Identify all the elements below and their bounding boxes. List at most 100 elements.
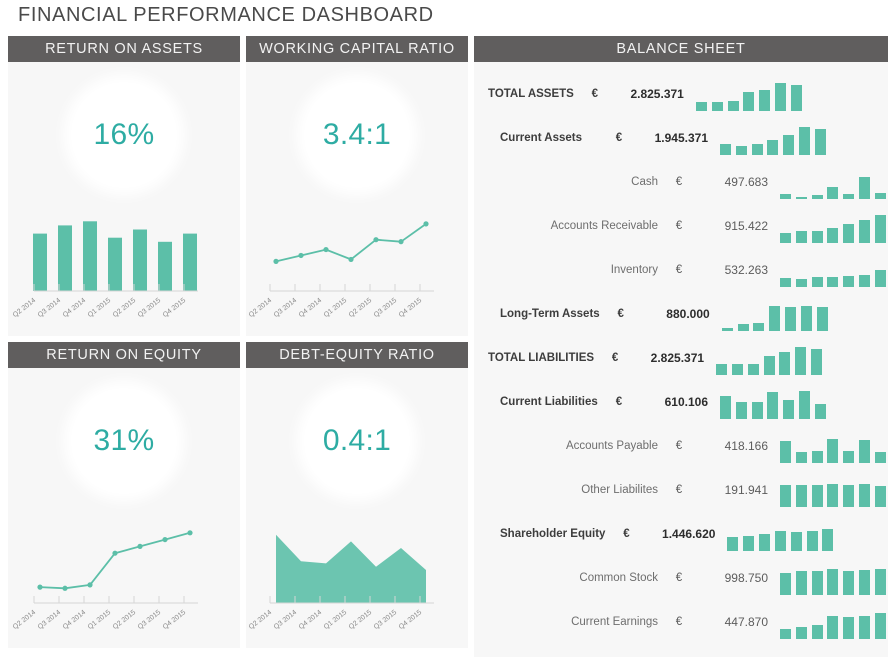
table-row: Accounts Payable €418.166 xyxy=(474,424,888,468)
data-point xyxy=(112,550,118,556)
currency-symbol: € xyxy=(675,264,683,276)
sparkline-bar xyxy=(779,351,791,375)
panel-header-return-on-assets: RETURN ON ASSETS xyxy=(8,36,240,62)
area-group xyxy=(276,534,426,603)
sparkline-bar xyxy=(843,224,855,243)
axis-tick-label: Q1 2015 xyxy=(87,609,113,631)
bar xyxy=(33,233,47,291)
row-label: TOTAL ASSETS xyxy=(488,88,574,100)
sparkline xyxy=(780,165,886,199)
sparkline-bar xyxy=(720,395,731,419)
row-value: 191.941 xyxy=(724,483,768,497)
currency-symbol: € xyxy=(617,308,624,320)
sparkline-bar xyxy=(795,485,807,507)
row-value: 1.945.371 xyxy=(654,131,708,145)
row-value: 447.870 xyxy=(724,615,768,629)
currency-symbol: € xyxy=(675,572,683,584)
sparkline-bar xyxy=(743,536,755,551)
data-point xyxy=(398,239,404,245)
sparkline-bar xyxy=(790,531,802,551)
kpi-value-working-capital-ratio: 3.4:1 xyxy=(322,118,392,151)
data-point xyxy=(298,252,304,259)
sparkline-bar xyxy=(780,628,791,639)
sparkline xyxy=(780,253,886,287)
sparkline-bar xyxy=(799,127,811,155)
kpi-value-return-on-assets: 16% xyxy=(93,118,155,151)
axis-tick-label: Q3 2014 xyxy=(273,609,299,631)
axis-tick-label: Q2 2014 xyxy=(248,297,274,319)
sparkline-bar xyxy=(874,214,886,243)
row-value: 610.106 xyxy=(664,395,708,409)
axis-group: Q2 2014 Q3 2014 Q4 2014 Q1 2015 Q2 2015 Q3 20… xyxy=(248,284,434,319)
sparkline-bar xyxy=(811,277,823,287)
sparkline-bar xyxy=(827,187,839,199)
table-row: Common Stock €998.750 xyxy=(474,556,888,600)
kpi-circle-working-capital-ratio: 3.4:1 xyxy=(304,82,410,188)
data-point xyxy=(423,221,429,227)
axis-tick-label: Q2 2015 xyxy=(348,609,374,631)
sparkline-bar xyxy=(814,129,826,155)
bar xyxy=(108,237,122,291)
row-label: Other Liabilites xyxy=(581,484,658,496)
sparkline-bar xyxy=(795,627,807,639)
sparkline-bar xyxy=(763,356,775,375)
sparkline-bar xyxy=(827,483,839,507)
sparkline-bar xyxy=(874,270,886,287)
sparkline-bar xyxy=(720,144,731,155)
sparkline xyxy=(695,77,802,111)
panel-debt-equity-ratio: DEBT-EQUITY RATIO 0.4:1 Q2 2014 Q3 2014 Q4… xyxy=(246,342,468,648)
axis-tick-label: Q2 2015 xyxy=(112,609,138,631)
chart-return-on-equity: Q2 2014 Q3 2014 Q4 2014 Q1 2015 Q2 2015 Q3 20… xyxy=(8,498,240,648)
axis-tick-label: Q2 2014 xyxy=(248,609,274,631)
sparkline-bar xyxy=(843,616,855,639)
kpi-value-debt-equity-ratio: 0.4:1 xyxy=(322,424,392,457)
currency-symbol: € xyxy=(611,352,619,364)
panel-body-balance-sheet: TOTAL ASSETS €2.825.371 Current Assets €1.9… xyxy=(474,62,888,657)
page-title: FINANCIAL PERFORMANCE DASHBOARD xyxy=(18,4,434,26)
sparkline-bar xyxy=(716,364,728,375)
sparkline-bar xyxy=(721,328,733,331)
axis-tick-label: Q3 2015 xyxy=(137,609,163,631)
sparkline-bar xyxy=(859,616,871,639)
sparkline-bar xyxy=(795,451,807,463)
data-point xyxy=(37,584,43,590)
bars-group xyxy=(33,221,197,291)
sparkline-bar xyxy=(859,484,871,507)
axis-tick-label: Q4 2015 xyxy=(162,297,188,319)
sparkline-bar xyxy=(747,363,759,375)
sparkline-bar xyxy=(859,177,871,199)
sparkline-bar xyxy=(874,452,886,463)
axis-tick-label: Q4 2014 xyxy=(62,609,88,631)
panel-body-return-on-assets: 16% Q2 2014 Q3 2014 Q4 2014 Q1 2015 Q2 2015 Q… xyxy=(8,62,240,336)
sparkline-bar xyxy=(874,486,886,507)
currency-symbol: € xyxy=(623,528,630,540)
sparkline-bar xyxy=(816,307,828,331)
table-row: Current Assets €1.945.371 xyxy=(474,116,888,160)
sparkline xyxy=(720,121,826,155)
row-value: 2.825.371 xyxy=(630,87,684,101)
balance-sheet-table: TOTAL ASSETS €2.825.371 Current Assets €1.9… xyxy=(474,62,888,648)
sparkline-bar xyxy=(822,529,834,551)
line-group xyxy=(37,530,193,591)
bar xyxy=(58,225,72,291)
axis-tick-label: Q3 2014 xyxy=(273,297,299,319)
row-label: Current Liabilities xyxy=(500,396,598,408)
sparkline-bar xyxy=(827,616,839,639)
sparkline-bar xyxy=(827,276,839,287)
axis-tick-label: Q3 2015 xyxy=(373,609,399,631)
sparkline-bar xyxy=(769,306,781,331)
chart-working-capital-ratio: Q2 2014 Q3 2014 Q4 2014 Q1 2015 Q2 2015 Q3 20… xyxy=(246,186,468,336)
sparkline-bar xyxy=(827,439,839,463)
sparkline xyxy=(780,605,886,639)
row-value: 915.422 xyxy=(724,219,768,233)
sparkline-bar xyxy=(783,135,795,155)
table-row: TOTAL ASSETS €2.825.371 xyxy=(474,72,888,116)
table-row: Cash €497.683 xyxy=(474,160,888,204)
sparkline-bar xyxy=(727,101,739,111)
sparkline-bar xyxy=(806,530,818,551)
sparkline-bar xyxy=(731,363,743,375)
sparkline-bar xyxy=(827,569,839,595)
axis-tick-label: Q4 2015 xyxy=(162,609,188,631)
currency-symbol: € xyxy=(591,88,599,100)
sparkline-bar xyxy=(780,484,791,507)
